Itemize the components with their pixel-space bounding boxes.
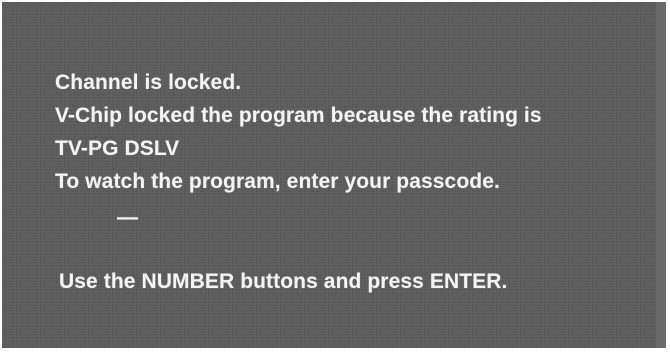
vchip-reason-message: V-Chip locked the program because the ra… <box>55 104 542 127</box>
help-message: Use the NUMBER buttons and press ENTER. <box>59 270 508 293</box>
tv-screen-frame: Channel is locked. V-Chip locked the pro… <box>0 0 670 352</box>
screen-edge <box>656 2 666 348</box>
passcode-instruction: To watch the program, enter your passcod… <box>55 170 500 193</box>
channel-locked-message: Channel is locked. <box>55 71 242 94</box>
program-rating: TV-PG DSLV <box>55 137 180 160</box>
passcode-input[interactable]: — <box>117 205 138 231</box>
vchip-lock-screen: Channel is locked. V-Chip locked the pro… <box>2 2 666 348</box>
